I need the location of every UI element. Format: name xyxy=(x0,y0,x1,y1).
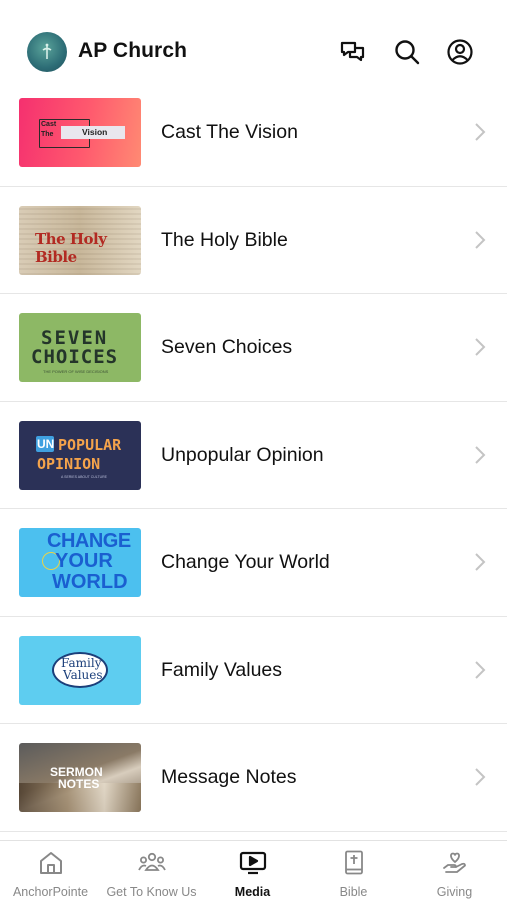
bible-icon xyxy=(340,850,368,876)
account-icon[interactable] xyxy=(446,38,474,66)
chevron-right-icon xyxy=(473,551,487,573)
search-icon[interactable] xyxy=(393,38,421,66)
chevron-right-icon xyxy=(473,766,487,788)
thumbnail-seven-choices: SEVEN CHOICES THE POWER OF WISE DECISION… xyxy=(19,313,141,382)
media-item-family-values[interactable]: Family Values Family Values xyxy=(0,617,507,724)
chevron-right-icon xyxy=(473,229,487,251)
media-item-label: Message Notes xyxy=(161,766,297,788)
media-list: Cast The Vision Cast The Vision The Holy… xyxy=(0,79,507,832)
media-item-message-notes[interactable]: SERMON NOTES Message Notes xyxy=(0,724,507,832)
media-item-cast-the-vision[interactable]: Cast The Vision Cast The Vision xyxy=(0,79,507,187)
chevron-right-icon xyxy=(473,336,487,358)
tab-get-to-know-us[interactable]: Get To Know Us xyxy=(101,841,202,901)
media-item-seven-choices[interactable]: SEVEN CHOICES THE POWER OF WISE DECISION… xyxy=(0,294,507,402)
tab-label: Bible xyxy=(339,885,368,899)
media-item-unpopular-opinion[interactable]: UN POPULAR OPINION A SERIES ABOUT CULTUR… xyxy=(0,402,507,509)
thumbnail-the-holy-bible: The Holy Bible xyxy=(19,205,141,275)
church-logo[interactable] xyxy=(27,32,67,72)
chevron-right-icon xyxy=(473,121,487,143)
thumbnail-message-notes: SERMON NOTES xyxy=(19,743,141,812)
tab-anchorpointe[interactable]: AnchorPointe xyxy=(0,841,101,901)
thumbnail-change-your-world: CHANGE YOUR WORLD xyxy=(19,528,141,597)
tab-label: Giving xyxy=(436,885,473,899)
chevron-right-icon xyxy=(473,659,487,681)
tv-play-icon xyxy=(239,850,267,876)
thumbnail-cast-the-vision: Cast The Vision xyxy=(19,98,141,167)
media-item-label: Cast The Vision xyxy=(161,121,298,143)
tab-label: Get To Know Us xyxy=(106,885,197,899)
people-icon xyxy=(137,850,166,876)
tab-giving[interactable]: Giving xyxy=(404,841,505,901)
media-item-label: Seven Choices xyxy=(161,336,293,358)
tab-label: AnchorPointe xyxy=(12,885,89,899)
media-item-label: Unpopular Opinion xyxy=(161,443,324,466)
media-item-change-your-world[interactable]: CHANGE YOUR WORLD Change Your World xyxy=(0,509,507,617)
bottom-tab-bar: AnchorPointe Get To Know Us Media Bible … xyxy=(0,840,507,900)
media-item-label: Family Values xyxy=(161,658,283,681)
app-title: AP Church xyxy=(78,39,188,62)
giving-hand-icon xyxy=(441,850,469,876)
thumbnail-unpopular-opinion: UN POPULAR OPINION A SERIES ABOUT CULTUR… xyxy=(19,420,141,490)
chevron-right-icon xyxy=(473,444,487,466)
tab-media[interactable]: Media xyxy=(202,841,303,901)
chat-icon[interactable] xyxy=(339,38,367,66)
thumbnail-family-values: Family Values xyxy=(19,635,141,705)
tab-bible[interactable]: Bible xyxy=(303,841,404,901)
media-item-label: Change Your World xyxy=(161,551,330,573)
tab-label: Media xyxy=(234,885,271,899)
media-item-the-holy-bible[interactable]: The Holy Bible The Holy Bible xyxy=(0,187,507,294)
media-item-label: The Holy Bible xyxy=(161,228,288,251)
home-icon xyxy=(37,850,65,876)
